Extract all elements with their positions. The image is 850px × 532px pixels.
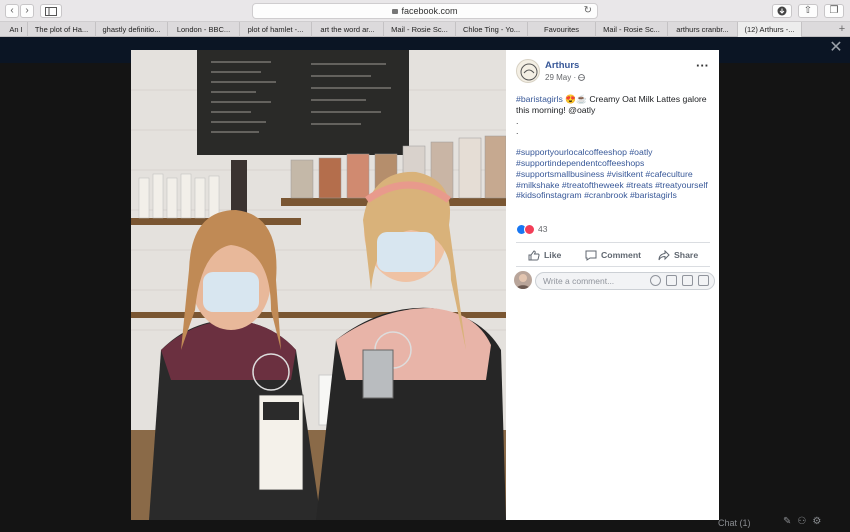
back-icon[interactable]: ‹ [5, 4, 19, 18]
tab[interactable]: Chloe Ting - Yo... [456, 22, 528, 37]
share-button[interactable]: Share [658, 248, 698, 262]
post-details-panel: Arthurs 29 May · ··· #baristagirls 😍☕ Cr… [506, 50, 719, 520]
post-text: #baristagirls 😍☕ Creamy Oat Milk Lattes … [516, 94, 712, 201]
tab[interactable]: ghastly definitio... [96, 22, 168, 37]
post-meta: 29 May · [545, 73, 586, 82]
globe-icon [578, 73, 586, 82]
new-tab-icon[interactable]: + [834, 22, 850, 37]
page-name-link[interactable]: Arthurs [545, 60, 579, 71]
tab-active[interactable]: (12) Arthurs -... [738, 22, 802, 37]
chat-label[interactable]: Chat (1) [718, 518, 751, 528]
download-icon[interactable] [772, 4, 792, 18]
emoji-icon[interactable] [650, 275, 661, 286]
forward-icon[interactable]: › [20, 4, 34, 18]
gif-icon[interactable] [682, 275, 693, 286]
browser-toolbar: ‹ › facebook.com ↻ ⇧ ❐ [0, 0, 850, 22]
sidebar-icon[interactable] [40, 4, 62, 18]
hashtag-link[interactable]: #baristagirls [516, 94, 563, 104]
settings-icon[interactable]: ⚙ [812, 516, 827, 527]
post-photo[interactable] [131, 50, 506, 520]
dot-line: . [516, 115, 519, 126]
lock-icon [392, 9, 399, 14]
sticker-icon[interactable] [698, 275, 709, 286]
tab[interactable]: Favourites [528, 22, 596, 37]
chat-tools: ✎⚇⚙ [783, 516, 827, 527]
tabs-overview-icon[interactable]: ❐ [824, 4, 844, 18]
tab[interactable]: An I [0, 22, 28, 37]
share-icon[interactable]: ⇧ [798, 4, 818, 18]
thumbs-up-icon [528, 249, 540, 260]
baristas-photo-illustration [131, 50, 506, 520]
love-reaction-icon [524, 223, 535, 235]
tab-bar: An I The plot of Ha... ghastly definitio… [0, 22, 850, 37]
address-bar[interactable]: facebook.com ↻ [252, 3, 598, 19]
tab[interactable]: London - BBC... [168, 22, 240, 37]
comment-button[interactable]: Comment [585, 248, 641, 262]
divider [516, 266, 710, 267]
emoji: 😍☕ [565, 94, 587, 104]
tab[interactable]: arthurs cranbr... [668, 22, 738, 37]
dot-line: . [516, 126, 519, 137]
comment-tools [650, 275, 709, 286]
reactions-summary[interactable]: 43 [516, 223, 547, 235]
share-label: Share [674, 250, 699, 260]
comment-label: Comment [601, 250, 642, 260]
hashtag-list[interactable]: #supportyourlocalcoffeeshop #oatly #supp… [516, 147, 712, 201]
tab[interactable]: The plot of Ha... [28, 22, 96, 37]
like-button[interactable]: Like [528, 248, 561, 262]
comment-input[interactable]: Write a comment... [535, 272, 715, 290]
comment-placeholder: Write a comment... [543, 276, 615, 286]
user-avatar[interactable] [514, 271, 532, 289]
like-label: Like [544, 250, 562, 260]
reload-icon[interactable]: ↻ [584, 4, 592, 18]
close-icon[interactable]: ✕ [828, 40, 844, 56]
new-message-icon[interactable]: ✎ [783, 516, 797, 527]
tab[interactable]: plot of hamlet -... [240, 22, 312, 37]
divider [516, 242, 710, 243]
more-options-icon[interactable]: ··· [696, 58, 709, 73]
reaction-count: 43 [538, 224, 548, 234]
address-text: facebook.com [401, 6, 458, 16]
share-arrow-icon [658, 249, 670, 260]
tab[interactable]: Mail - Rosie Sc... [384, 22, 456, 37]
camera-icon[interactable] [666, 275, 677, 286]
tab[interactable]: Mail - Rosie Sc... [596, 22, 668, 37]
group-icon[interactable]: ⚇ [797, 516, 812, 527]
comment-icon [585, 250, 597, 261]
post-date[interactable]: 29 May [545, 73, 571, 82]
tab[interactable]: art the word ar... [312, 22, 384, 37]
page-avatar[interactable] [516, 59, 540, 83]
